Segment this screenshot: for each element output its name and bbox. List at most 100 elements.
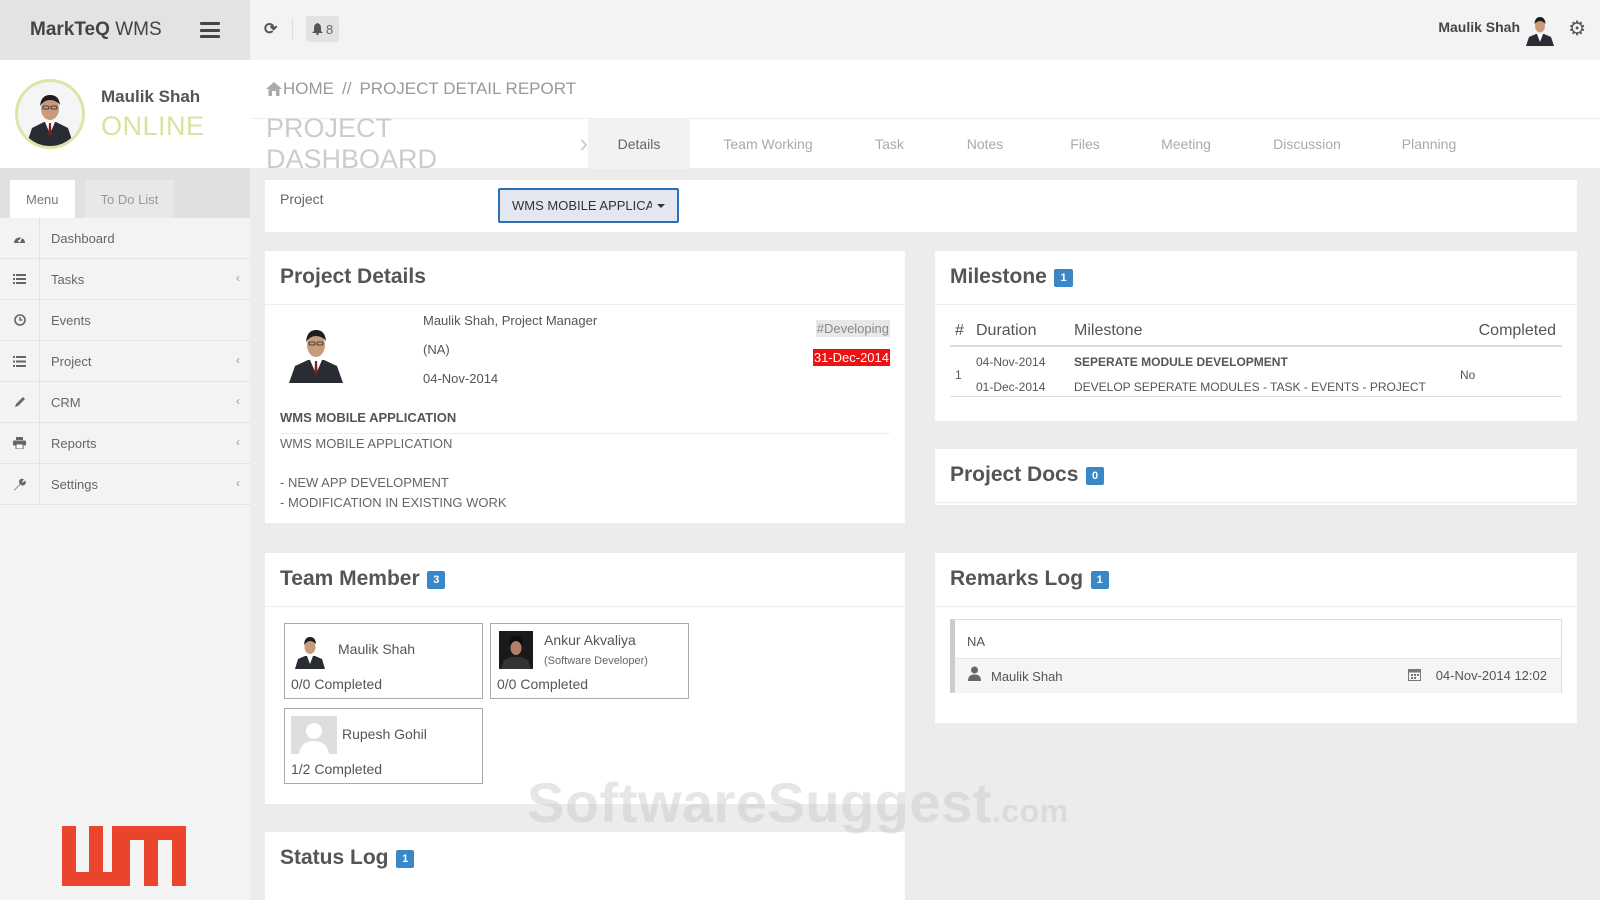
tab-menu[interactable]: Menu: [10, 180, 75, 218]
sidebar-item-settings[interactable]: Settings ‹: [0, 463, 250, 505]
panel-title: Team Member: [280, 567, 420, 590]
status-badge: #Developing: [815, 320, 890, 337]
member-progress: 1/2 Completed: [291, 761, 383, 777]
top-bar: ⟳ 8 Maulik Shah ⚙: [250, 0, 1600, 60]
member-role: (Software Developer): [544, 655, 648, 667]
project-name: WMS MOBILE APPLICATION: [280, 410, 457, 425]
team-member-card[interactable]: Ankur Akvaliya (Software Developer) 0/0 …: [490, 623, 689, 699]
tab-todo-list[interactable]: To Do List: [84, 180, 175, 218]
status-log-panel: Status Log 1: [265, 832, 905, 900]
sidebar-item-label: Tasks: [51, 271, 85, 287]
sidebar-item-events[interactable]: Events: [0, 299, 250, 341]
chevron-left-icon: ‹: [236, 271, 240, 285]
profile-online-status: ONLINE: [101, 110, 205, 141]
panel-title: Milestone: [950, 265, 1047, 288]
page-title: PROJECT DASHBOARD ›: [266, 112, 588, 174]
profile-avatar: [15, 79, 85, 149]
project-start-date: 04-Nov-2014: [423, 371, 499, 386]
divider: [280, 433, 890, 434]
wm-logo: [62, 826, 186, 889]
sidebar-profile: Maulik Shah ONLINE: [0, 60, 250, 168]
tab-files[interactable]: Files: [1037, 119, 1133, 169]
panel-title: Remarks Log: [950, 567, 1084, 590]
deadline-badge: 31-Dec-2014: [812, 349, 890, 366]
brand-name[interactable]: MarkTeQ WMS: [30, 19, 162, 41]
tab-details[interactable]: Details: [588, 118, 690, 169]
project-filter: Project WMS MOBILE APPLICATION: [265, 180, 1577, 232]
tab-team-working[interactable]: Team Working: [690, 119, 846, 169]
top-user-avatar[interactable]: [1524, 12, 1556, 46]
tab-discussion[interactable]: Discussion: [1239, 119, 1375, 169]
sidebar-tabs: Menu To Do List: [0, 168, 250, 218]
breadcrumb: HOME // PROJECT DETAIL REPORT: [250, 60, 1600, 118]
breadcrumb-home[interactable]: HOME: [283, 79, 334, 99]
tab-meeting[interactable]: Meeting: [1133, 119, 1239, 169]
chevron-left-icon: ‹: [236, 353, 240, 367]
sidebar-item-tasks[interactable]: Tasks ‹: [0, 258, 250, 300]
remarks-count-badge: 1: [1090, 570, 1109, 589]
refresh-icon[interactable]: ⟳: [264, 19, 277, 39]
sidebar-item-label: Reports: [51, 435, 97, 451]
top-user-name[interactable]: Maulik Shah: [1438, 19, 1520, 35]
tab-planning[interactable]: Planning: [1375, 119, 1483, 169]
gear-icon[interactable]: ⚙: [1568, 16, 1586, 41]
milestone-table: # Duration Milestone Completed 1 04-Nov-…: [950, 317, 1562, 397]
sidebar-item-label: Project: [51, 353, 92, 369]
profile-name: Maulik Shah: [101, 86, 201, 106]
printer-icon: [0, 422, 40, 464]
project-dropdown-value: WMS MOBILE APPLICATION: [512, 198, 652, 213]
project-dropdown[interactable]: WMS MOBILE APPLICATION: [498, 188, 679, 223]
calendar-icon: [1408, 669, 1421, 681]
chevron-left-icon: ‹: [236, 435, 240, 449]
milestone-completed: No: [1460, 368, 1476, 382]
remark-user: Maulik Shah: [991, 669, 1063, 684]
team-member-card[interactable]: Rupesh Gohil 1/2 Completed: [284, 708, 483, 784]
sidebar-item-label: Dashboard: [51, 230, 115, 246]
member-avatar: [499, 631, 533, 669]
dashboard-icon: [0, 217, 40, 259]
team-member-panel: Team Member 3 Maulik Shah 0/0 Completed …: [265, 553, 905, 804]
tab-task[interactable]: Task: [846, 119, 933, 169]
panel-title: Status Log: [280, 846, 389, 869]
project-description-line: WMS MOBILE APPLICATION: [280, 436, 453, 451]
sidebar-item-project[interactable]: Project ‹: [0, 340, 250, 382]
column-header-duration: Duration: [976, 322, 1037, 339]
sidebar-item-label: Settings: [51, 476, 98, 492]
brand-bar: MarkTeQ WMS: [0, 0, 250, 60]
sidebar-item-reports[interactable]: Reports ‹: [0, 422, 250, 464]
events-icon: [0, 299, 40, 341]
home-icon[interactable]: [266, 82, 282, 96]
remark-datetime: 04-Nov-2014 12:02: [1435, 668, 1547, 683]
milestone-num: 1: [955, 368, 962, 382]
hamburger-menu-icon[interactable]: [200, 22, 220, 38]
panel-title: Project Details: [280, 265, 426, 288]
project-description-line: - NEW APP DEVELOPMENT: [280, 475, 449, 490]
remark-footer: Maulik Shah 04-Nov-2014 12:02: [955, 658, 1561, 693]
status-log-count-badge: 1: [396, 849, 415, 868]
team-member-card[interactable]: Maulik Shah 0/0 Completed: [284, 623, 483, 699]
milestone-description: DEVELOP SEPERATE MODULES - TASK - EVENTS…: [1074, 380, 1426, 394]
notifications-button[interactable]: 8: [306, 16, 340, 42]
table-header: # Duration Milestone Completed: [950, 317, 1562, 347]
sidebar-item-dashboard[interactable]: Dashboard: [0, 217, 250, 259]
column-header-milestone: Milestone: [1074, 322, 1143, 339]
caret-down-icon: [657, 204, 665, 208]
tasks-icon: [0, 258, 40, 300]
chevron-left-icon: ‹: [236, 394, 240, 408]
member-name: Ankur Akvaliya: [544, 632, 636, 648]
sidebar-item-label: Events: [51, 312, 91, 328]
member-avatar: [293, 631, 327, 669]
tab-notes[interactable]: Notes: [933, 119, 1037, 169]
chevron-right-icon: ›: [579, 128, 588, 158]
bell-icon: [312, 23, 323, 35]
project-details-panel: Project Details Maulik Shah, Project Man…: [265, 251, 905, 523]
breadcrumb-separator: //: [342, 79, 352, 98]
project-docs-panel: Project Docs 0: [935, 449, 1577, 505]
team-count-badge: 3: [427, 570, 446, 589]
column-header-completed: Completed: [1478, 322, 1556, 339]
table-row[interactable]: 1 04-Nov-2014 01-Dec-2014 SEPERATE MODUL…: [950, 347, 1562, 397]
milestone-end: 01-Dec-2014: [976, 380, 1046, 394]
milestone-count-badge: 1: [1054, 268, 1073, 287]
sidebar-item-crm[interactable]: CRM ‹: [0, 381, 250, 423]
member-name: Maulik Shah: [338, 641, 416, 657]
